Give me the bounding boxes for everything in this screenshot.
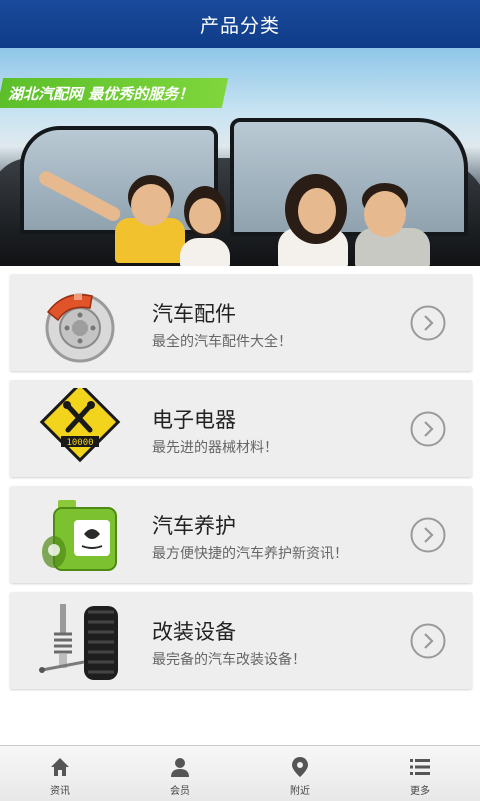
home-icon (51, 758, 69, 776)
oil-can-icon (42, 500, 117, 571)
category-item-electronics[interactable]: 10000 电子电器 最先进的器械材料！ (10, 380, 472, 477)
brake-disc-icon (45, 293, 115, 363)
banner-tagline: 湖北汽配网 最优秀的服务！ (8, 85, 194, 103)
category-title: 汽车养护 (152, 514, 236, 538)
page-title: 产品分类 (199, 14, 280, 37)
category-subtitle: 最先进的器械材料！ (152, 440, 278, 456)
sign-counter: 10000 (66, 438, 93, 448)
chevron-right-icon (410, 411, 446, 447)
tab-label: 附近 (290, 786, 310, 797)
chevron-right-icon (410, 305, 446, 341)
promo-banner[interactable]: 湖北汽配网 最优秀的服务！ (0, 48, 480, 266)
category-subtitle: 最完备的汽车改装设备！ (152, 652, 306, 668)
tab-more[interactable]: 更多 (360, 746, 480, 801)
tab-label: 更多 (410, 786, 430, 797)
chevron-right-icon (410, 517, 446, 553)
tab-label: 资讯 (50, 786, 70, 797)
category-item-modification[interactable]: 改装设备 最完备的汽车改装设备！ (10, 592, 472, 689)
category-title: 电子电器 (152, 408, 236, 432)
tab-member[interactable]: 会员 (120, 746, 240, 801)
tab-nearby[interactable]: 附近 (240, 746, 360, 801)
category-item-car-care[interactable]: 汽车养护 最方便快捷的汽车养护新资讯！ (10, 486, 472, 583)
user-icon (171, 758, 189, 777)
category-title: 改装设备 (152, 620, 236, 644)
tab-label: 会员 (170, 786, 190, 797)
location-pin-icon (292, 757, 308, 777)
tools-sign-icon: 10000 (39, 388, 121, 463)
girl-figure (180, 238, 230, 266)
category-title: 汽车配件 (152, 302, 236, 326)
category-item-auto-parts[interactable]: 汽车配件 最全的汽车配件大全！ (10, 274, 472, 371)
car-front-window (230, 118, 468, 236)
list-icon (410, 759, 430, 775)
category-subtitle: 最方便快捷的汽车养护新资讯！ (152, 546, 348, 562)
category-subtitle: 最全的汽车配件大全！ (152, 334, 292, 350)
app-header: 产品分类 (0, 0, 480, 48)
tab-news[interactable]: 资讯 (0, 746, 120, 801)
bottom-tab-bar: 资讯 会员 附近 更多 (0, 745, 480, 801)
suspension-tire-icon (39, 604, 118, 680)
chevron-right-icon (410, 623, 446, 659)
